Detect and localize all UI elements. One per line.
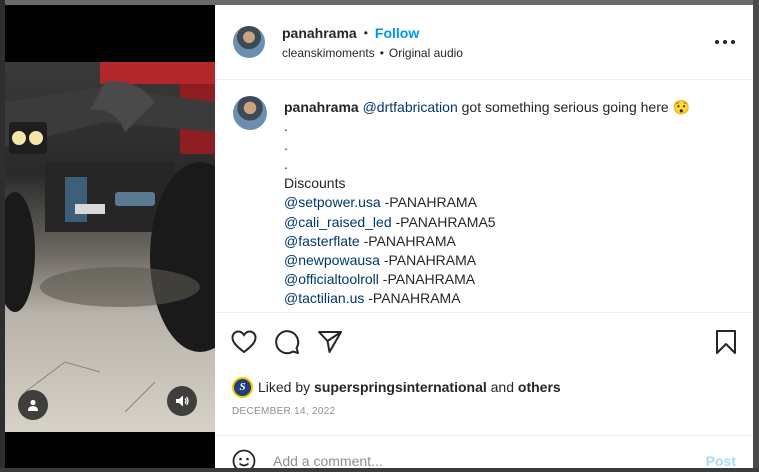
discount-line: @setpower.usa -PANAHRAMA	[284, 193, 690, 212]
video-frame[interactable]	[5, 62, 215, 432]
header-separator: •	[363, 25, 368, 40]
post-header: panahrama • Follow cleanskimoments • Ori…	[215, 5, 753, 80]
discount-code: -PANAHRAMA	[380, 194, 477, 211]
post-comment-button[interactable]: Post	[706, 453, 736, 469]
likes-prefix: Liked by	[258, 379, 311, 395]
caption-first-line: panahrama @drtfabrication got something …	[284, 98, 690, 117]
backdrop-right	[753, 0, 759, 472]
discount-mention[interactable]: @newpowausa	[284, 252, 380, 268]
discount-code: -PANAHRAMA	[359, 232, 456, 249]
actions-bar	[215, 312, 753, 370]
post-date[interactable]: DECEMBER 14, 2022	[215, 406, 753, 420]
bookmark-icon[interactable]	[713, 329, 739, 355]
audio-label[interactable]: Original audio	[389, 45, 463, 61]
discount-mention[interactable]: @fasterflate	[284, 233, 360, 249]
caption-dot-line: .	[284, 156, 288, 173]
discounts-heading: Discounts	[284, 175, 346, 192]
backdrop-bottom	[0, 468, 759, 472]
video-scene-illustration	[5, 62, 215, 413]
heart-icon[interactable]	[231, 329, 257, 355]
caption-avatar[interactable]	[233, 96, 267, 130]
user-icon	[28, 399, 38, 411]
caption-area: panahrama @drtfabrication got something …	[215, 80, 753, 312]
caption-text: panahrama @drtfabrication got something …	[284, 96, 690, 312]
discount-line: @newpowausa -PANAHRAMA	[284, 251, 690, 270]
comment-input[interactable]	[273, 452, 706, 468]
discount-code: -PANAHRAMA	[379, 251, 477, 268]
more-dot	[731, 40, 735, 44]
discount-mention[interactable]: @officialtoolroll	[284, 271, 379, 287]
header-row-audio: cleanskimoments • Original audio	[282, 45, 713, 61]
post-modal: panahrama • Follow cleanskimoments • Ori…	[5, 5, 753, 468]
caption-dot-line: .	[284, 137, 288, 154]
discount-mention[interactable]: @setpower.usa	[284, 194, 381, 210]
audio-separator: •	[379, 45, 384, 60]
discount-line: @cali_raised_led -PANAHRAMA5	[284, 213, 690, 232]
discount-line: @tactilian.us -PANAHRAMA	[284, 289, 690, 308]
liker-username[interactable]: superspringsinternational	[314, 379, 487, 395]
more-dot	[715, 40, 719, 44]
caption-username[interactable]: panahrama	[284, 99, 359, 115]
more-horizontal-icon[interactable]	[713, 30, 737, 54]
mute-button[interactable]	[167, 386, 197, 416]
likes-others-link[interactable]: others	[518, 379, 561, 395]
caption-body: got something serious going here 😯	[457, 99, 690, 115]
user-tag-button[interactable]	[18, 390, 48, 420]
more-dot	[723, 40, 727, 44]
discount-line: @fasterflate -PANAHRAMA	[284, 232, 690, 251]
likes-row: S Liked by superspringsinternational and…	[215, 375, 753, 399]
discount-mention[interactable]: @tactilian.us	[284, 290, 364, 306]
header-row-user: panahrama • Follow	[282, 24, 713, 42]
smiley-icon[interactable]	[231, 448, 257, 468]
likes-conjunction: and	[490, 379, 514, 395]
discount-code: -PANAHRAMA	[364, 289, 461, 306]
comment-icon[interactable]	[274, 329, 300, 355]
discount-code: -PANAHRAMA5	[391, 213, 496, 230]
paper-plane-icon[interactable]	[317, 329, 343, 355]
discount-mention[interactable]: @cali_raised_led	[284, 214, 392, 230]
follow-button[interactable]: Follow	[375, 24, 419, 42]
side-pane: panahrama • Follow cleanskimoments • Ori…	[215, 5, 753, 468]
audio-author[interactable]: cleanskimoments	[282, 45, 375, 61]
author-avatar[interactable]	[233, 26, 265, 58]
discount-line: @officialtoolroll -PANAHRAMA	[284, 270, 690, 289]
media-pane[interactable]	[5, 5, 215, 468]
caption-dot-line: .	[284, 118, 288, 135]
discount-code: -PANAHRAMA	[378, 270, 476, 287]
liker-avatar[interactable]: S	[232, 376, 253, 398]
caption-mention[interactable]: @drtfabrication	[363, 99, 458, 115]
comment-bar: Post	[215, 435, 753, 468]
header-text: panahrama • Follow cleanskimoments • Ori…	[282, 24, 713, 61]
author-username[interactable]: panahrama	[282, 24, 357, 42]
speaker-icon	[176, 395, 189, 407]
